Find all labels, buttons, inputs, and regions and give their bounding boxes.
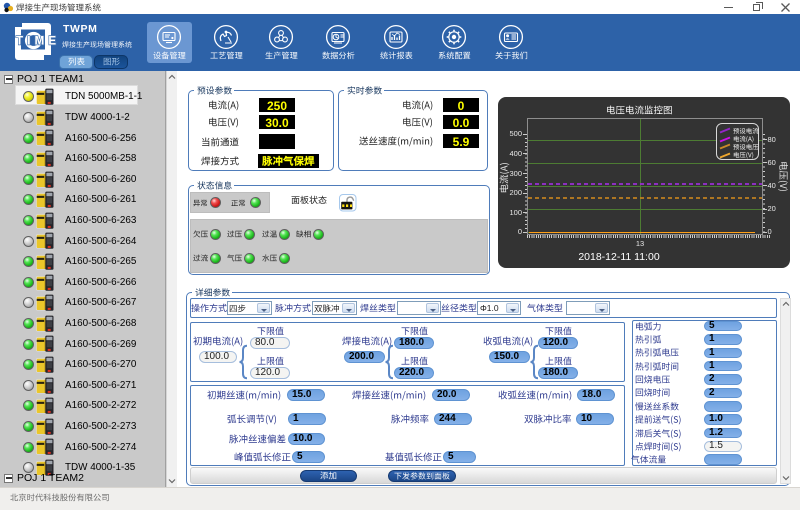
- svg-text:TIME: TIME: [16, 36, 56, 48]
